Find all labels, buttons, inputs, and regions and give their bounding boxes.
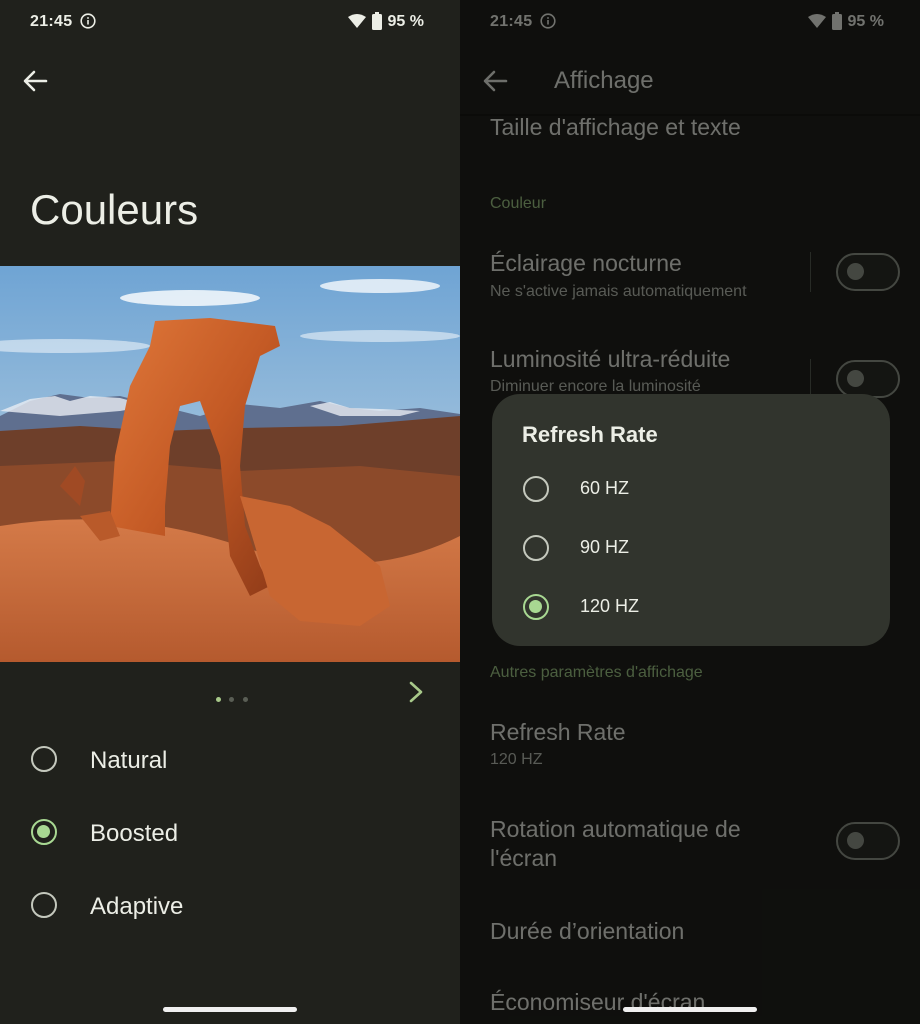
page-dot-active	[216, 697, 221, 702]
status-time: 21:45	[30, 13, 73, 30]
dialog-title: Refresh Rate	[522, 422, 658, 447]
delicate-arch-photo	[0, 266, 460, 662]
status-time: 21:45	[490, 13, 533, 30]
radio-unselected[interactable]	[31, 746, 57, 772]
dialog-option-label: 120 HZ	[580, 596, 640, 616]
radio-selected[interactable]	[523, 594, 549, 620]
option-adaptive[interactable]: Adaptive	[0, 876, 460, 936]
home-indicator[interactable]	[623, 1007, 757, 1012]
section-header-other-display: Autres paramètres d'affichage	[490, 664, 703, 681]
chevron-right-icon[interactable]	[405, 680, 427, 704]
page-dot	[242, 697, 248, 702]
page-dot	[229, 697, 235, 702]
status-bar: 21:45 95 %	[460, 0, 920, 44]
extra-dim-title[interactable]: Luminosité ultra-réduite	[490, 346, 730, 373]
divider	[810, 359, 811, 399]
radio-unselected[interactable]	[31, 892, 57, 918]
radio-unselected[interactable]	[523, 476, 549, 502]
page-indicator	[216, 689, 252, 707]
auto-rotate-switch[interactable]	[836, 822, 900, 860]
dialog-option-60hz[interactable]: 60 HZ	[492, 464, 890, 514]
dialog-option-120hz[interactable]: 120 HZ	[492, 582, 890, 632]
auto-rotate-title-line2[interactable]: l'écran	[490, 845, 557, 872]
page-title: Couleurs	[30, 186, 199, 233]
wifi-icon	[348, 14, 366, 28]
display-size-item[interactable]: Taille d'affichage et texte	[490, 114, 741, 141]
info-icon	[540, 13, 556, 29]
divider	[810, 252, 811, 292]
option-label: Boosted	[90, 820, 179, 847]
battery-icon	[832, 12, 842, 30]
refresh-rate-dialog: Refresh Rate 60 HZ 90 HZ 120 HZ	[492, 394, 890, 646]
battery-percentage: 95 %	[387, 13, 424, 30]
colors-screen: 21:45 95 % Couleurs Natural Boosted Adap…	[0, 0, 460, 1024]
option-label: Natural	[90, 747, 168, 774]
refresh-rate-value: 120 HZ	[490, 751, 543, 768]
home-indicator[interactable]	[163, 1007, 297, 1012]
dialog-option-90hz[interactable]: 90 HZ	[492, 523, 890, 573]
refresh-rate-title[interactable]: Refresh Rate	[490, 719, 626, 746]
radio-unselected[interactable]	[523, 535, 549, 561]
option-label: Adaptive	[90, 893, 184, 920]
info-icon	[80, 13, 96, 29]
night-light-title[interactable]: Éclairage nocturne	[490, 250, 682, 277]
section-header-color: Couleur	[490, 195, 547, 212]
status-bar: 21:45 95 %	[0, 0, 460, 44]
dialog-option-label: 90 HZ	[580, 537, 630, 557]
option-boosted[interactable]: Boosted	[0, 803, 460, 863]
extra-dim-switch[interactable]	[836, 360, 900, 398]
dialog-option-label: 60 HZ	[580, 478, 630, 498]
back-arrow-icon[interactable]	[482, 68, 508, 94]
back-arrow-icon[interactable]	[22, 68, 48, 94]
radio-selected[interactable]	[31, 819, 57, 845]
wifi-icon	[808, 14, 826, 28]
battery-percentage: 95 %	[847, 13, 884, 30]
night-light-subtitle: Ne s'active jamais automatiquement	[490, 283, 747, 300]
auto-rotate-title-line1[interactable]: Rotation automatique de	[490, 816, 741, 843]
orientation-duration-item[interactable]: Durée d’orientation	[490, 918, 684, 945]
option-natural[interactable]: Natural	[0, 730, 460, 790]
battery-icon	[372, 12, 382, 30]
night-light-switch[interactable]	[836, 253, 900, 291]
appbar-title: Affichage	[554, 67, 654, 94]
display-settings-screen: 21:45 95 % Affichage Taille d'affichage …	[460, 0, 920, 1024]
